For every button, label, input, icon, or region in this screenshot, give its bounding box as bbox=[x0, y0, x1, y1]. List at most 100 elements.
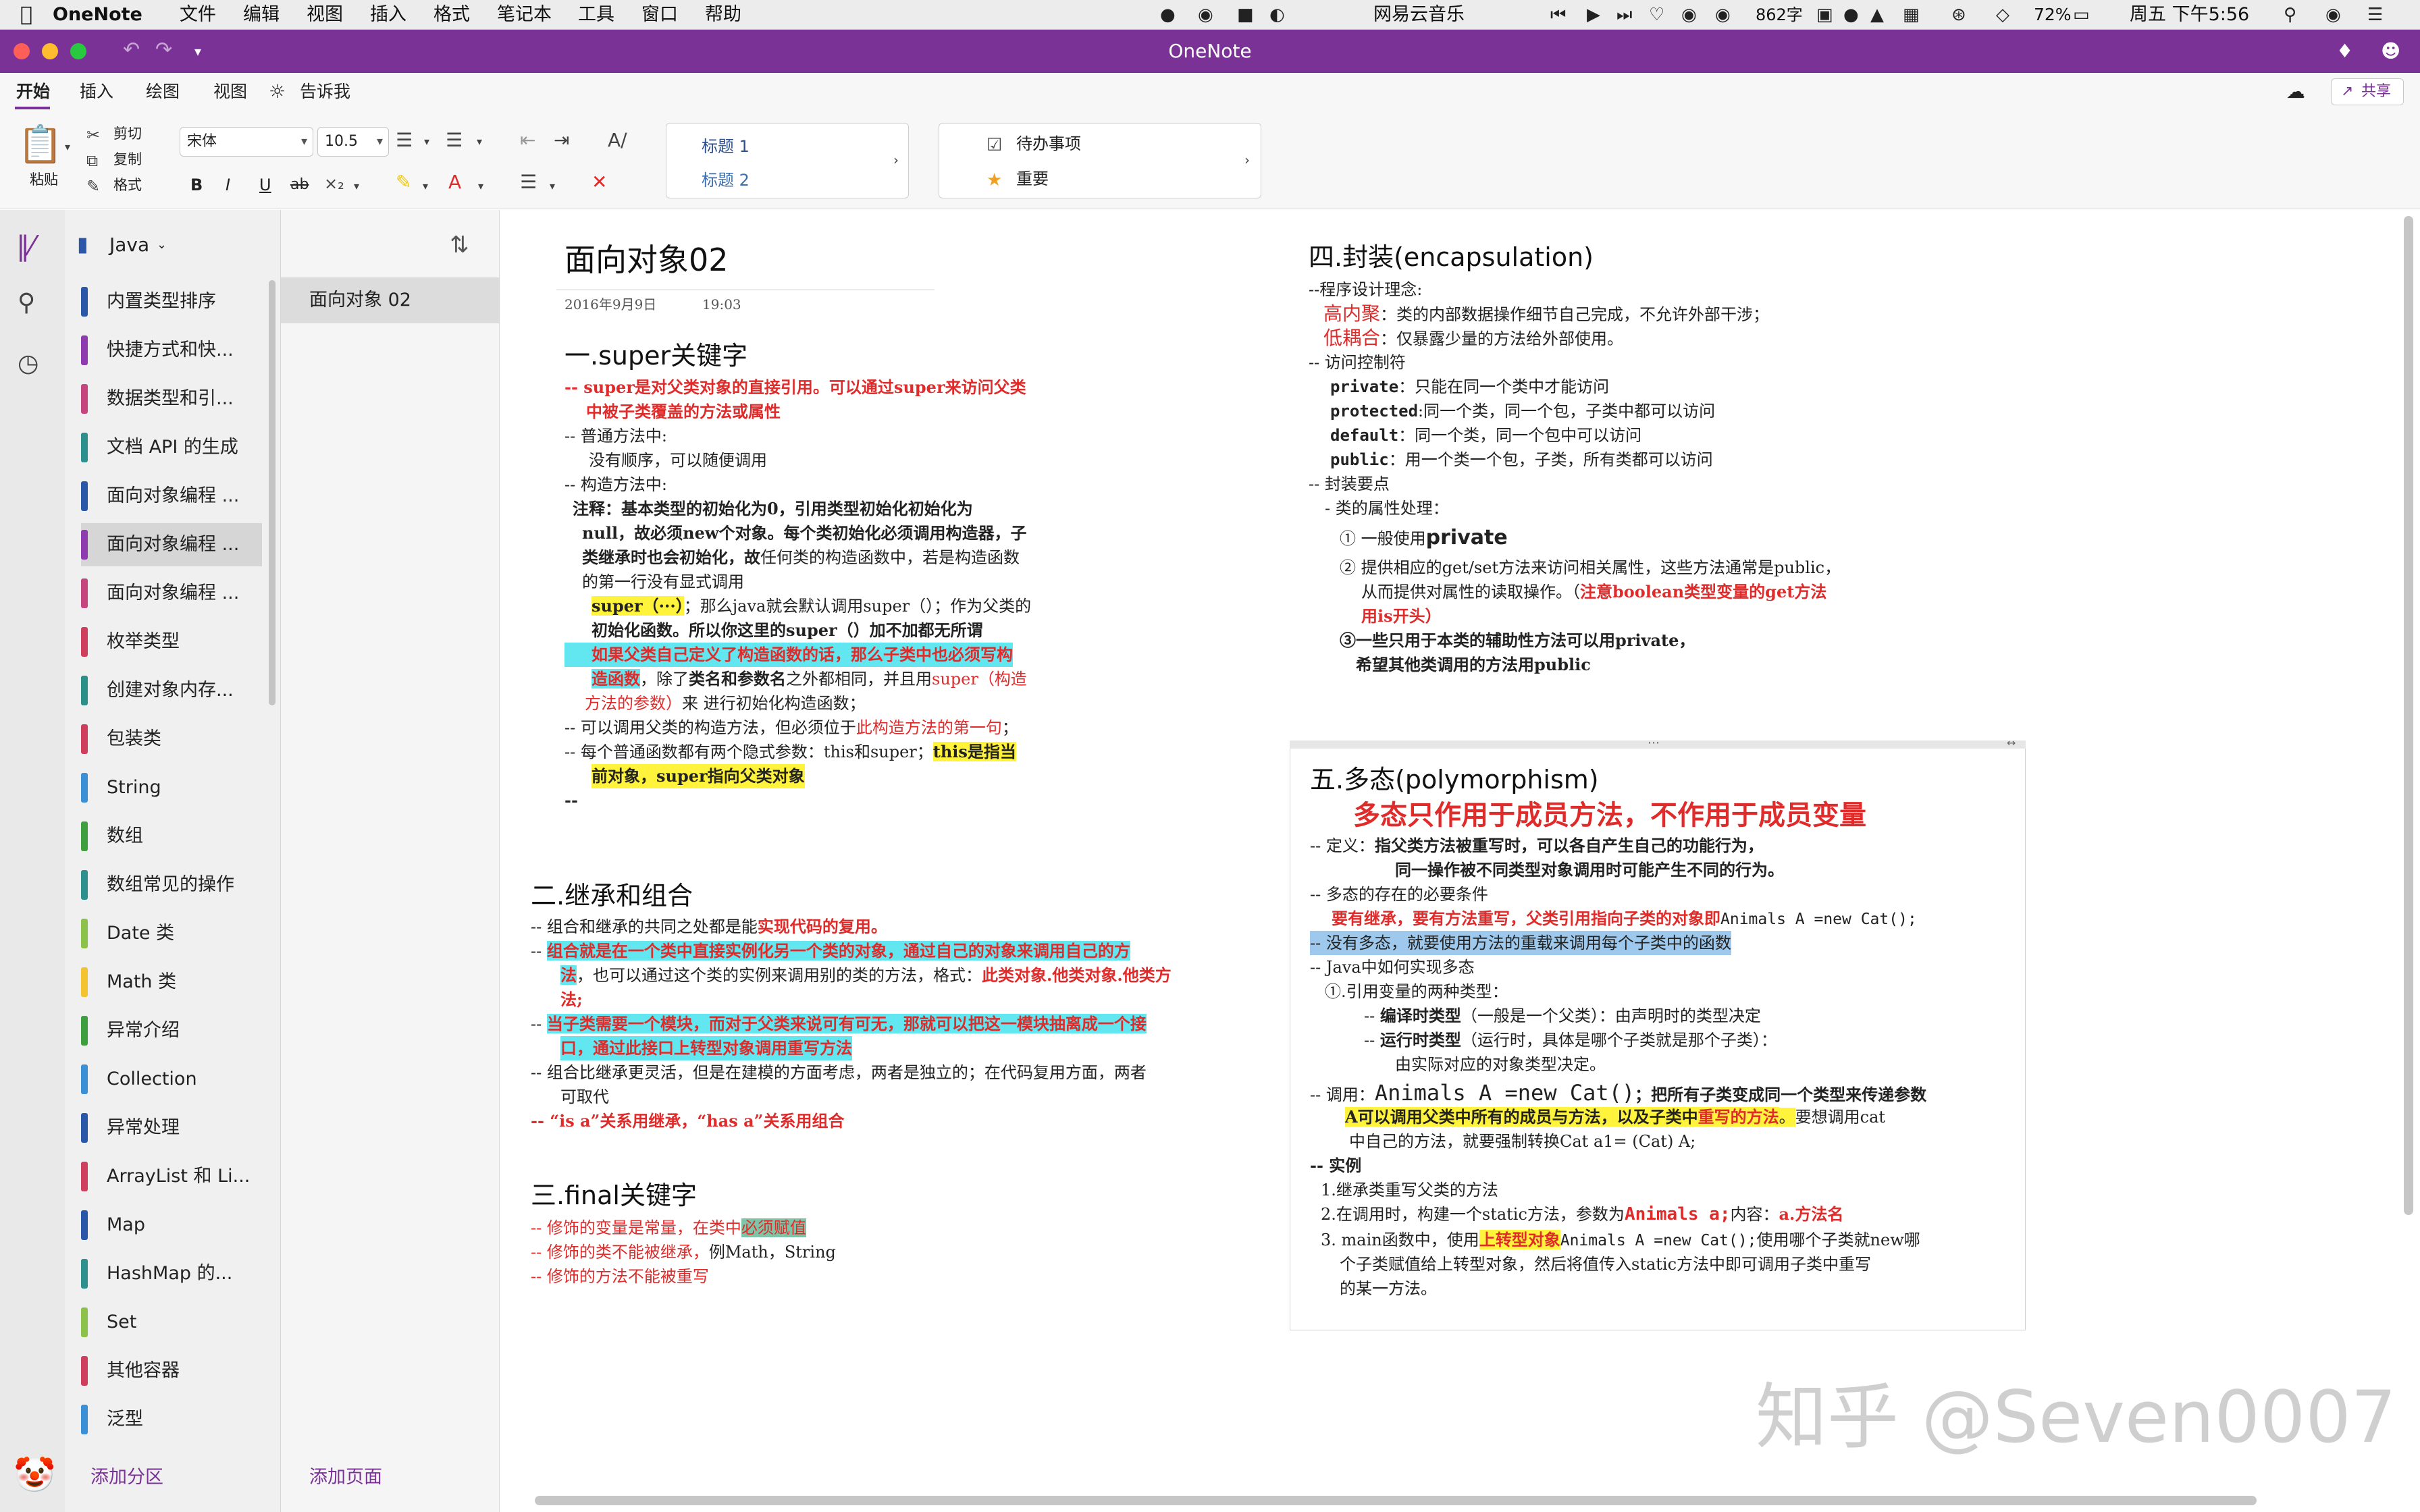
menu-edit[interactable]: 编辑 bbox=[243, 3, 280, 27]
note-line[interactable]: 从而提供对属性的读取操作。（注意boolean类型变量的get方法 bbox=[1361, 580, 1826, 604]
recent-clock-icon[interactable]: ◷ bbox=[18, 349, 38, 379]
note-line[interactable]: 高内聚：类的内部数据操作细节自己完成，不允许外部干涉； bbox=[1323, 302, 1769, 327]
note-line[interactable]: -- 当子类需要一个模块，而对于父类来说可有可无，那就可以把这一模块抽离成一个接 bbox=[531, 1012, 1147, 1036]
notification-center-icon[interactable]: ☰ bbox=[2367, 4, 2383, 26]
note-line[interactable]: protected:同一个类，同一个包，子类中都可以访问 bbox=[1330, 399, 1715, 423]
section-item[interactable]: 面向对象编程 ... bbox=[81, 475, 262, 518]
note-line[interactable]: super（···）；那么java就会默认调用super（）；作为父类的 bbox=[591, 594, 1031, 618]
note-line[interactable]: 口，通过此接口上转型对象调用重写方法 bbox=[560, 1036, 852, 1060]
note-line[interactable]: ② 提供相应的get/set方法来访问相关属性，这些方法通常是public， bbox=[1340, 556, 1841, 580]
siri-icon[interactable]: ◉ bbox=[2325, 4, 2341, 26]
battery-percent[interactable]: 72% bbox=[2034, 3, 2072, 27]
chevron-down-icon[interactable]: ▾ bbox=[550, 176, 555, 197]
status-app-icon[interactable]: ◉ bbox=[1681, 4, 1697, 26]
section-item[interactable]: Map bbox=[81, 1204, 262, 1247]
highlighter-icon[interactable]: ✎ bbox=[396, 171, 411, 193]
note-line[interactable]: -- 封装要点 bbox=[1309, 472, 1390, 496]
battery-icon[interactable]: ▭ bbox=[2073, 4, 2090, 26]
note-line[interactable]: ③一些只用于本类的辅助性方法可以用private， bbox=[1340, 628, 1695, 653]
bell-icon[interactable]: ♦ bbox=[2336, 39, 2353, 63]
status-app-icon[interactable]: ◐ bbox=[1269, 4, 1285, 26]
note-line[interactable]: -- 修饰的变量是常量，在类中必须赋值 bbox=[531, 1216, 806, 1240]
note-line[interactable]: -- 实例 bbox=[1310, 1154, 1361, 1178]
styles-gallery[interactable]: 标题 1 标题 2 › bbox=[666, 123, 909, 198]
note-line[interactable]: -- 运行时类型（运行时，具体是哪个子类就是那个子类）： bbox=[1364, 1028, 1777, 1052]
section-item[interactable]: 内置类型排序 bbox=[81, 280, 262, 323]
tab-home[interactable]: 开始 bbox=[16, 80, 50, 104]
tab-view[interactable]: 视图 bbox=[213, 80, 247, 104]
menu-notebook[interactable]: 笔记本 bbox=[497, 3, 552, 27]
note-line[interactable]: --程序设计理念: bbox=[1309, 277, 1422, 302]
section-item[interactable]: 枚举类型 bbox=[81, 620, 262, 664]
note-line[interactable]: 同一操作被不同类型对象调用时可能产生不同的行为。 bbox=[1395, 858, 1784, 882]
status-app-icon[interactable]: ▲ bbox=[1870, 4, 1884, 26]
note-line[interactable]: -- bbox=[564, 788, 578, 813]
style-heading-2[interactable]: 标题 2 bbox=[702, 171, 749, 190]
note-line[interactable]: 注释：基本类型的初始化为0，引用类型初始化初始化为 bbox=[573, 497, 973, 521]
status-app-icon[interactable]: ■ bbox=[1237, 4, 1254, 26]
note-line[interactable]: A可以调用父类中所有的成员与方法，以及子类中重写的方法。要想调用cat bbox=[1345, 1105, 1885, 1129]
note-line[interactable]: -- 组合比继承更灵活，但是在建模的方面考虑，两者是独立的；在代码复用方面，两者 bbox=[531, 1060, 1147, 1085]
section-item[interactable]: HashMap 的... bbox=[81, 1252, 262, 1295]
note-line[interactable]: 方法的参数）来 进行初始化构造函数； bbox=[585, 691, 866, 716]
underline-button[interactable]: U bbox=[259, 176, 271, 194]
note-line[interactable]: -- 没有多态，就要使用方法的重载来调用每个子类中的函数 bbox=[1310, 931, 1731, 955]
chevron-right-icon[interactable]: › bbox=[893, 149, 899, 171]
menu-view[interactable]: 视图 bbox=[307, 3, 343, 27]
section-item[interactable]: 创建对象内存... bbox=[81, 669, 262, 712]
note-line[interactable]: 要有继承，要有方法重写，父类引用指向子类的对象即Animals A =new C… bbox=[1332, 907, 1917, 932]
section-item[interactable]: 数组 bbox=[81, 815, 262, 858]
section-item[interactable]: 文档 API 的生成 bbox=[81, 426, 262, 469]
vertical-scrollbar[interactable] bbox=[2404, 216, 2413, 1215]
menu-window[interactable]: 窗口 bbox=[641, 3, 678, 27]
note-line[interactable]: ① 一般使用private bbox=[1340, 526, 1508, 551]
cut-button[interactable]: 剪切 bbox=[113, 124, 142, 143]
note-line[interactable]: 低耦合：仅暴露少量的方法给外部使用。 bbox=[1323, 326, 1623, 351]
heading-final[interactable]: 三.final关键字 bbox=[531, 1178, 697, 1213]
word-count[interactable]: 862字 bbox=[1756, 3, 1803, 27]
chevron-down-icon[interactable]: ▾ bbox=[424, 131, 429, 153]
chevron-down-icon[interactable]: ▾ bbox=[477, 131, 482, 153]
section-item[interactable]: 面向对象编程 ... bbox=[81, 572, 262, 615]
strikethrough-button[interactable]: ab bbox=[290, 176, 309, 194]
account-icon[interactable]: ☻ bbox=[2381, 39, 2400, 63]
numbered-list-icon[interactable]: ☰ bbox=[446, 130, 463, 151]
clear-formatting-icon[interactable]: A∕ bbox=[608, 130, 627, 151]
paste-button[interactable]: 粘贴 bbox=[30, 170, 58, 189]
heading-polymorphism[interactable]: 五.多态(polymorphism) bbox=[1310, 762, 1599, 797]
tab-draw[interactable]: 绘图 bbox=[146, 80, 180, 104]
note-line[interactable]: -- 定义：指父类方法被重写时，可以各自产生自己的功能行为， bbox=[1310, 834, 1764, 858]
note-line[interactable]: 没有顺序，可以随便调用 bbox=[589, 448, 767, 473]
notebook-selector[interactable]: Java bbox=[109, 232, 149, 259]
page-item-selected[interactable]: 面向对象 02 bbox=[281, 277, 499, 323]
notebooks-icon[interactable]: ‖⁄ bbox=[16, 230, 34, 263]
note-canvas[interactable]: 面向对象02 2016年9月9日 19:03 一.super关键字 -- sup… bbox=[500, 210, 2408, 1501]
section-item[interactable]: 异常介绍 bbox=[81, 1009, 262, 1052]
share-button[interactable]: ↗ 共享 bbox=[2331, 78, 2404, 105]
note-line[interactable]: -- 访问控制符 bbox=[1309, 350, 1406, 375]
note-line[interactable]: -- 组合和继承的共同之处都是能实现代码的复用。 bbox=[531, 915, 887, 939]
note-line[interactable]: 造函数，除了类名和参数名之外都相同，并且用super（构造 bbox=[591, 667, 1027, 691]
bullet-list-icon[interactable]: ☰ bbox=[396, 130, 413, 151]
section-item[interactable]: String bbox=[81, 766, 262, 809]
chevron-down-icon[interactable]: ▾ bbox=[478, 176, 483, 197]
note-line[interactable]: -- 可以调用父类的构造方法，但必须位于此构造方法的第一句； bbox=[564, 716, 1018, 740]
style-heading-1[interactable]: 标题 1 bbox=[702, 137, 749, 156]
section-item[interactable]: Set bbox=[81, 1301, 262, 1344]
note-line[interactable]: 如果父类自己定义了构造函数的话，那么子类中也必须写构 bbox=[564, 643, 1013, 667]
menu-app-name[interactable]: OneNote bbox=[53, 3, 142, 27]
note-line[interactable]: -- Java中如何实现多态 bbox=[1310, 955, 1475, 979]
note-line[interactable]: -- 普通方法中: bbox=[564, 424, 667, 448]
note-line[interactable]: 个子类赋值给上转型对象，然后将值传入static方法中即可调用子类中重写 bbox=[1340, 1252, 1871, 1276]
section-item[interactable]: Date 类 bbox=[81, 912, 262, 955]
note-line[interactable]: null，故必须new个对象。每个类初始化必须调用构造器，子 bbox=[582, 521, 1027, 545]
clock[interactable]: 周五 下午5:56 bbox=[2130, 3, 2249, 27]
align-icon[interactable]: ☰ bbox=[520, 171, 537, 193]
note-line[interactable]: 希望其他类调用的方法用public bbox=[1356, 653, 1591, 677]
note-line[interactable]: 的某一方法。 bbox=[1340, 1276, 1437, 1301]
play-icon[interactable]: ▶ bbox=[1587, 4, 1600, 26]
note-line[interactable]: public：用一个类一个包，子类，所有类都可以访问 bbox=[1330, 448, 1713, 472]
drag-dots-icon[interactable]: ⋯ bbox=[1648, 736, 1660, 750]
bluetooth-icon[interactable]: ⊛ bbox=[1951, 4, 1966, 26]
delete-icon[interactable]: ✕ bbox=[591, 171, 607, 193]
